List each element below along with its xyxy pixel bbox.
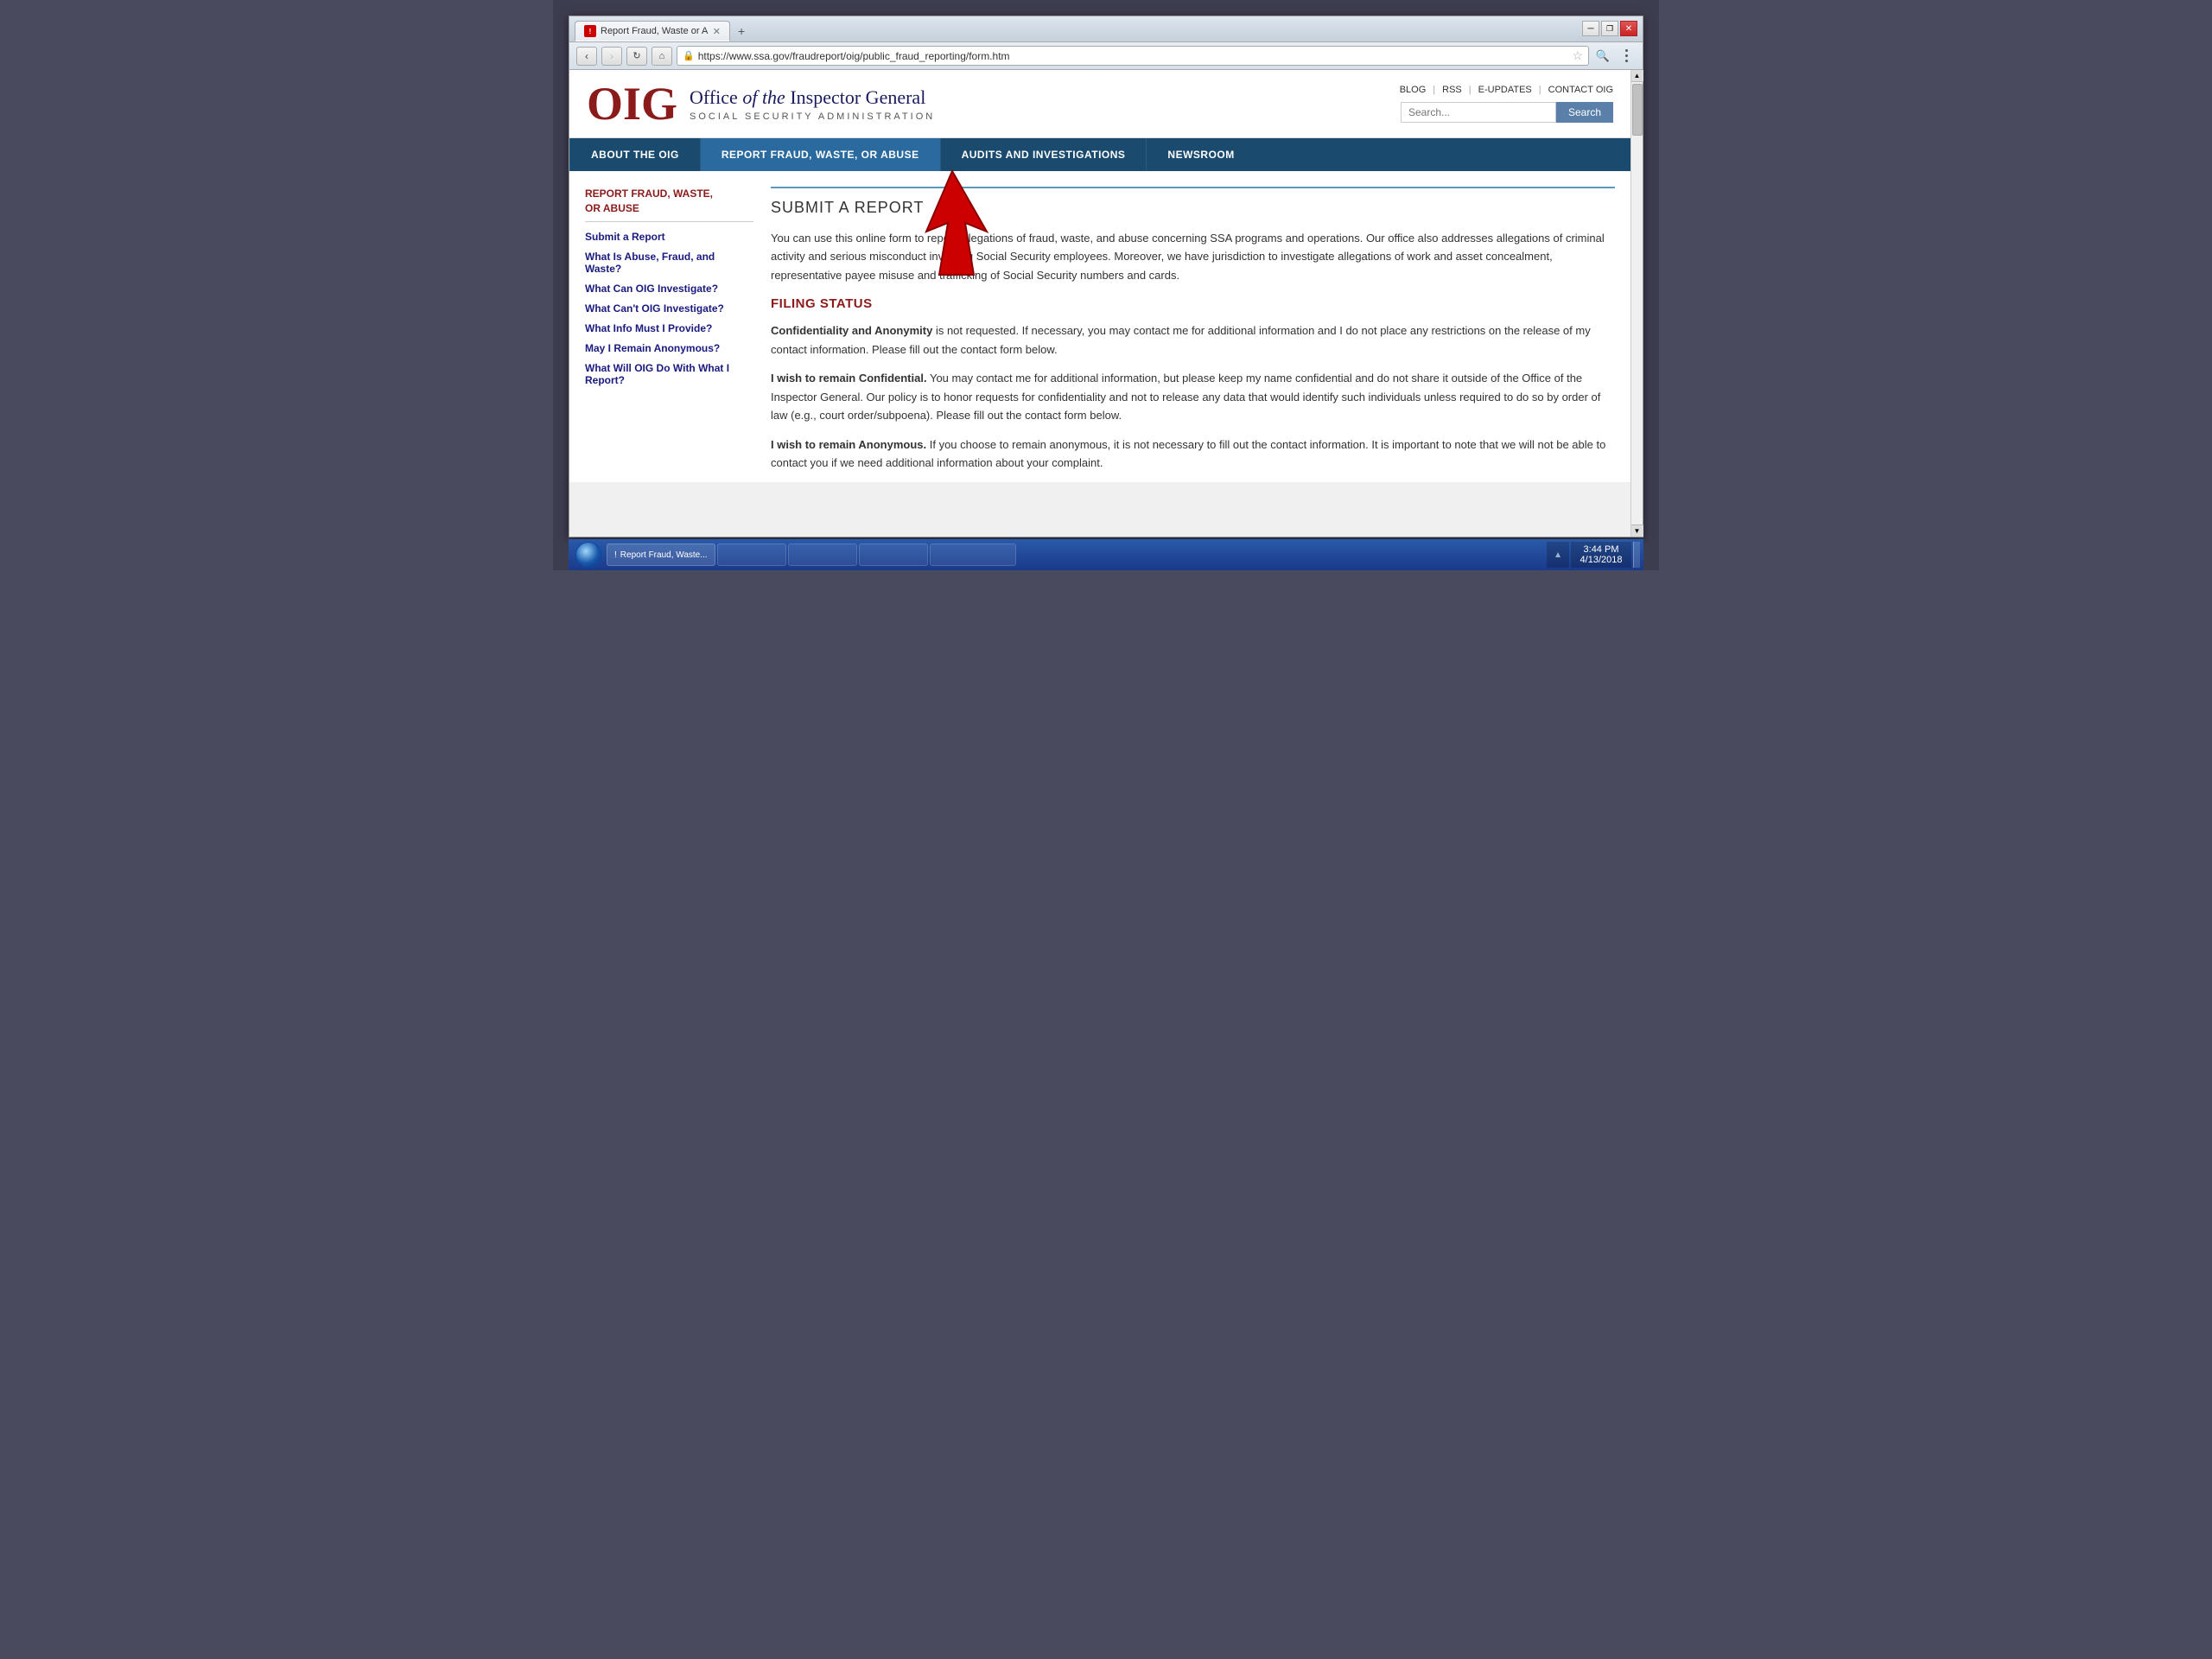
sidebar: REPORT FRAUD, WASTE,OR ABUSE Submit a Re…: [585, 187, 753, 482]
filing-label-3: I wish to remain Anonymous.: [771, 438, 926, 451]
filing-label-2: I wish to remain Confidential.: [771, 372, 927, 385]
logo-text: OIG: [587, 78, 677, 130]
browser-tab[interactable]: ! Report Fraud, Waste or A ✕: [575, 21, 730, 41]
search-area: Search: [1401, 102, 1613, 123]
filing-option-3: I wish to remain Anonymous. If you choos…: [771, 435, 1615, 473]
oig-logo: OIG: [587, 80, 677, 127]
bookmark-star-icon[interactable]: ☆: [1572, 48, 1583, 63]
header-right: BLOG | RSS | E-UPDATES | CONTACT OIG Sea…: [1400, 85, 1613, 123]
nav-item-audits[interactable]: AUDITS AND INVESTIGATIONS: [941, 138, 1147, 171]
main-nav: ABOUT THE OIG REPORT FRAUD, WASTE, OR AB…: [569, 138, 1630, 171]
separator-2: |: [1469, 85, 1471, 95]
notification-area[interactable]: ▲: [1547, 542, 1569, 568]
sidebar-link-info[interactable]: What Info Must I Provide?: [585, 322, 753, 334]
start-orb: [575, 542, 601, 568]
home-btn[interactable]: ⌂: [652, 47, 672, 66]
tab-close-icon[interactable]: ✕: [713, 26, 721, 37]
browser-titlebar: ! Report Fraud, Waste or A ✕ + ─ ❐ ✕: [569, 16, 1643, 42]
intro-paragraph: You can use this online form to report a…: [771, 229, 1615, 284]
filing-option-1: Confidentiality and Anonymity is not req…: [771, 321, 1615, 359]
scrollbar[interactable]: ▲ ▼: [1630, 70, 1643, 537]
filing-heading: FILING STATUS: [771, 296, 1615, 311]
rss-link[interactable]: RSS: [1442, 85, 1462, 95]
sidebar-link-anonymous[interactable]: May I Remain Anonymous?: [585, 342, 753, 354]
eupdates-link[interactable]: E-UPDATES: [1478, 85, 1532, 95]
nav-item-newsroom[interactable]: NEWSROOM: [1147, 138, 1255, 171]
sidebar-link-investigate[interactable]: What Can OIG Investigate?: [585, 283, 753, 295]
separator-1: |: [1433, 85, 1435, 95]
refresh-btn[interactable]: ↻: [626, 47, 647, 66]
taskbar-icon-1: !: [614, 550, 617, 560]
taskbar-btn-4[interactable]: [859, 543, 928, 566]
search-input[interactable]: [1401, 102, 1556, 123]
clock-time: 3:44 PM: [1584, 544, 1619, 555]
taskbar-btn-2[interactable]: [717, 543, 786, 566]
address-lock-icon: 🔒: [683, 50, 695, 61]
minimize-btn[interactable]: ─: [1582, 21, 1599, 36]
office-title: Office of the Inspector General: [690, 86, 935, 109]
search-button[interactable]: Search: [1556, 102, 1613, 123]
forward-btn[interactable]: ›: [601, 47, 622, 66]
taskbar-label-1: Report Fraud, Waste...: [620, 550, 708, 560]
sidebar-link-abuse[interactable]: What Is Abuse, Fraud, and Waste?: [585, 251, 753, 275]
scroll-thumb[interactable]: [1632, 84, 1643, 136]
browser-content-inner: OIG Office of the Inspector General SOCI…: [569, 70, 1630, 537]
taskbar: ! Report Fraud, Waste... ▲ 3:44 PM 4/13/…: [569, 539, 1643, 570]
browser-search-icon[interactable]: 🔍: [1593, 47, 1612, 66]
monitor-frame: ! Report Fraud, Waste or A ✕ + ─ ❐ ✕ ‹ ›…: [553, 0, 1659, 570]
site-title-block: Office of the Inspector General SOCIAL S…: [690, 86, 935, 122]
contact-oig-link[interactable]: CONTACT OIG: [1548, 85, 1613, 95]
sidebar-link-cant-investigate[interactable]: What Can't OIG Investigate?: [585, 302, 753, 315]
address-bar-container[interactable]: 🔒 ☆: [677, 46, 1589, 66]
browser-content-wrapper: OIG Office of the Inspector General SOCI…: [569, 70, 1643, 537]
sidebar-divider: [585, 221, 753, 222]
scroll-down-btn[interactable]: ▼: [1631, 524, 1643, 537]
tab-favicon: !: [584, 25, 596, 37]
separator-3: |: [1539, 85, 1541, 95]
taskbar-btn-5[interactable]: [930, 543, 1016, 566]
nav-item-about[interactable]: ABOUT THE OIG: [569, 138, 701, 171]
back-btn[interactable]: ‹: [576, 47, 597, 66]
browser-window: ! Report Fraud, Waste or A ✕ + ─ ❐ ✕ ‹ ›…: [569, 16, 1643, 537]
taskbar-btn-3[interactable]: [788, 543, 857, 566]
taskbar-right: ▲ 3:44 PM 4/13/2018: [1547, 542, 1640, 568]
browser-menu-icon[interactable]: [1617, 47, 1636, 66]
show-desktop-btn[interactable]: [1633, 542, 1640, 568]
site-header: OIG Office of the Inspector General SOCI…: [569, 70, 1630, 138]
sidebar-link-submit[interactable]: Submit a Report: [585, 231, 753, 243]
taskbar-btn-1[interactable]: ! Report Fraud, Waste...: [607, 543, 715, 566]
content-area: REPORT FRAUD, WASTE,OR ABUSE Submit a Re…: [569, 171, 1630, 482]
logo-area: OIG Office of the Inspector General SOCI…: [587, 80, 935, 127]
sidebar-link-do-with[interactable]: What Will OIG Do With What I Report?: [585, 362, 753, 386]
restore-btn[interactable]: ❐: [1601, 21, 1618, 36]
window-controls: ─ ❐ ✕: [1582, 21, 1637, 40]
main-content: SUBMIT A REPORT You can use this online …: [771, 187, 1615, 482]
clock-date: 4/13/2018: [1580, 555, 1623, 565]
ssa-subtitle: SOCIAL SECURITY ADMINISTRATION: [690, 111, 935, 122]
address-input[interactable]: [698, 50, 1569, 62]
tab-title: Report Fraud, Waste or A: [601, 26, 709, 36]
filing-option-2: I wish to remain Confidential. You may c…: [771, 369, 1615, 424]
close-btn[interactable]: ✕: [1620, 21, 1637, 36]
filing-label-1: Confidentiality and Anonymity: [771, 324, 932, 337]
start-button[interactable]: [572, 541, 605, 569]
top-links: BLOG | RSS | E-UPDATES | CONTACT OIG: [1400, 85, 1613, 95]
blog-link[interactable]: BLOG: [1400, 85, 1427, 95]
sidebar-heading: REPORT FRAUD, WASTE,OR ABUSE: [585, 187, 753, 216]
browser-controls: ‹ › ↻ ⌂ 🔒 ☆ 🔍: [569, 42, 1643, 70]
page-title: SUBMIT A REPORT: [771, 199, 1615, 217]
new-tab-btn[interactable]: +: [733, 22, 750, 40]
nav-item-report[interactable]: REPORT FRAUD, WASTE, OR ABUSE: [701, 138, 941, 171]
scroll-up-btn[interactable]: ▲: [1631, 70, 1643, 82]
system-clock: 3:44 PM 4/13/2018: [1571, 542, 1631, 568]
